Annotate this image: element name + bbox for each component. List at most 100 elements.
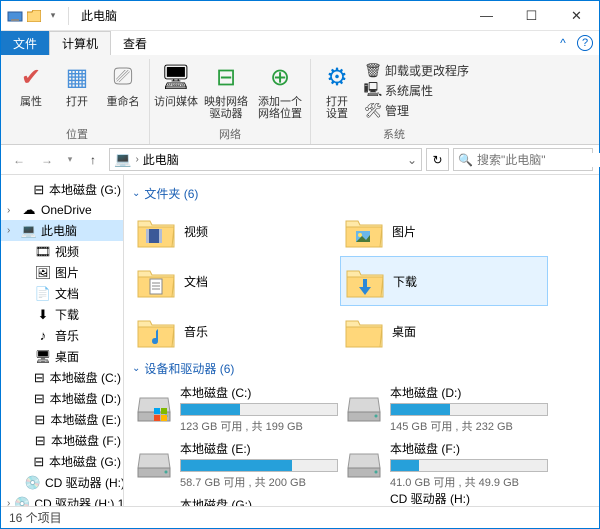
video-icon: 🎞 [35, 244, 51, 260]
close-button[interactable]: ✕ [554, 1, 599, 31]
rename-icon: ⎚ [107, 61, 139, 93]
pic-icon: 🖼 [35, 265, 51, 281]
tree-item[interactable]: 🖼图片 [1, 262, 123, 283]
forward-button[interactable]: → [35, 148, 59, 172]
folder-name: 桌面 [392, 323, 544, 340]
properties-button[interactable]: ✔属性 [9, 59, 53, 124]
recent-button[interactable]: ▾ [63, 148, 77, 172]
access-media-button[interactable]: 🖥访问媒体 [154, 59, 198, 124]
refresh-button[interactable]: ↻ [426, 148, 449, 171]
ribbon-group-location: ✔属性 ▦打开 ⎚重命名 位置 [5, 59, 150, 144]
cd-icon: 💿 [25, 475, 41, 491]
tree-item[interactable]: ›💿CD 驱动器 (H:) 15 [1, 493, 123, 506]
folder-name: 下载 [393, 273, 543, 290]
tree-label: 本地磁盘 (C:) [50, 369, 121, 386]
uninstall-icon: 🗑 [365, 63, 381, 79]
manage-button[interactable]: 🛠管理 [361, 101, 473, 120]
tree-item[interactable]: ♪音乐 [1, 325, 123, 346]
ribbon-collapse-button[interactable]: ^ [549, 31, 577, 55]
tree-label: 本地磁盘 (E:) [50, 411, 121, 428]
folder-item[interactable]: 图片 [340, 206, 548, 256]
tree-item[interactable]: ⬇下载 [1, 304, 123, 325]
tree-label: 桌面 [55, 348, 79, 365]
cd-icon: 💿 [14, 496, 30, 507]
drive-item[interactable]: 本地磁盘 (E:)58.7 GB 可用 , 共 200 GB [132, 437, 342, 493]
tab-view[interactable]: 查看 [111, 31, 159, 55]
nav-tree[interactable]: ⊟本地磁盘 (G:)›☁OneDrive›💻此电脑🎞视频🖼图片📄文档⬇下载♪音乐… [1, 175, 124, 506]
drive-item[interactable]: 本地磁盘 (D:)145 GB 可用 , 共 232 GB [342, 381, 552, 437]
minimize-button[interactable]: — [464, 1, 509, 31]
tree-item[interactable]: 💿CD 驱动器 (H:) 1 [1, 472, 123, 493]
search-input[interactable] [477, 153, 600, 167]
tree-item[interactable]: 🎞视频 [1, 241, 123, 262]
tree-label: 文档 [55, 285, 79, 302]
folder-item[interactable]: 桌面 [340, 306, 548, 356]
tree-item[interactable]: ›☁OneDrive [1, 200, 123, 220]
qat-folder-icon[interactable] [26, 8, 42, 24]
ribbon-group-network: 🖥访问媒体 ⊟映射网络 驱动器 ⊕添加一个 网络位置 网络 [150, 59, 311, 144]
rename-button[interactable]: ⎚重命名 [101, 59, 145, 124]
drive-icon [136, 447, 172, 483]
qat-dropdown-icon[interactable]: ▾ [45, 8, 61, 24]
content: ⊟本地磁盘 (G:)›☁OneDrive›💻此电脑🎞视频🖼图片📄文档⬇下载♪音乐… [1, 175, 599, 506]
dl-icon: ⬇ [35, 307, 51, 323]
group-header-drives[interactable]: ⌄设备和驱动器 (6) [132, 356, 591, 381]
drive-item[interactable]: 本地磁盘 (C:)123 GB 可用 , 共 199 GB [132, 381, 342, 437]
tree-item[interactable]: 📄文档 [1, 283, 123, 304]
uninstall-button[interactable]: 🗑卸载或更改程序 [361, 61, 473, 80]
search-box[interactable]: 🔍 [453, 148, 593, 171]
open-icon: ▦ [61, 61, 93, 93]
drive-item[interactable]: 本地磁盘 (G:)308 GB 可用 , 共 481 GB [132, 493, 342, 506]
folder-item[interactable]: 视频 [132, 206, 340, 256]
drive-item[interactable]: 本地磁盘 (F:)41.0 GB 可用 , 共 49.9 GB [342, 437, 552, 493]
item-count: 16 个项目 [9, 509, 62, 526]
tab-computer[interactable]: 计算机 [49, 31, 111, 55]
group-label: 系统 [383, 124, 405, 144]
tree-item[interactable]: ⊟本地磁盘 (C:) [1, 367, 123, 388]
folder-icon [344, 311, 384, 351]
help-button[interactable]: ? [577, 35, 593, 51]
tree-item[interactable]: 🖥桌面 [1, 346, 123, 367]
expand-icon[interactable]: › [7, 205, 17, 216]
expand-icon[interactable]: › [7, 498, 10, 506]
breadcrumb-caret[interactable]: › [135, 154, 138, 165]
window-title: 此电脑 [73, 7, 464, 24]
drive-name: 本地磁盘 (C:) [180, 384, 338, 401]
up-button[interactable]: ↑ [81, 148, 105, 172]
folder-item[interactable]: 下载 [340, 256, 548, 306]
tree-item[interactable]: ⊟本地磁盘 (G:) [1, 179, 123, 200]
tree-item[interactable]: ⊟本地磁盘 (D:) [1, 388, 123, 409]
tree-label: 音乐 [55, 327, 79, 344]
chevron-down-icon: ⌄ [132, 363, 140, 374]
maximize-button[interactable]: ☐ [509, 1, 554, 31]
address-dropdown-icon[interactable]: ⌄ [407, 153, 417, 167]
tree-item[interactable]: ›💻此电脑 [1, 220, 123, 241]
folder-item[interactable]: 音乐 [132, 306, 340, 356]
tab-file[interactable]: 文件 [1, 31, 49, 55]
system-props-button[interactable]: 🖳系统属性 [361, 81, 473, 100]
breadcrumb[interactable]: 此电脑 [143, 151, 403, 168]
map-drive-button[interactable]: ⊟映射网络 驱动器 [200, 59, 252, 124]
back-button[interactable]: ← [7, 148, 31, 172]
tree-label: 视频 [55, 243, 79, 260]
capacity-bar [180, 403, 338, 416]
folder-name: 音乐 [184, 323, 336, 340]
drive-icon: ⊟ [33, 182, 45, 198]
open-button[interactable]: ▦打开 [55, 59, 99, 124]
capacity-bar [390, 459, 548, 472]
add-netloc-button[interactable]: ⊕添加一个 网络位置 [254, 59, 306, 124]
open-settings-button[interactable]: ⚙打开 设置 [315, 59, 359, 124]
tree-item[interactable]: ⊟本地磁盘 (F:) [1, 430, 123, 451]
tree-item[interactable]: ⊟本地磁盘 (G:) [1, 451, 123, 472]
address-box[interactable]: 💻 › 此电脑 ⌄ [109, 148, 422, 171]
folder-item[interactable]: 文档 [132, 256, 340, 306]
tree-item[interactable]: ⊟本地磁盘 (E:) [1, 409, 123, 430]
group-header-folders[interactable]: ⌄文件夹 (6) [132, 181, 591, 206]
drive-item[interactable]: CD 驱动器 (H:) 15.0.4420.10170 字节 可用 , 共 87… [342, 493, 552, 506]
title-bar: ▾ 此电脑 — ☐ ✕ [1, 1, 599, 31]
media-icon: 🖥 [160, 61, 192, 93]
main-view[interactable]: ⌄文件夹 (6) 视频图片文档 下载音乐 桌面 ⌄设备和驱动器 (6) 本地磁盘 (… [124, 175, 599, 506]
ribbon-group-system: ⚙打开 设置 🗑卸载或更改程序 🖳系统属性 🛠管理 系统 [311, 59, 477, 144]
capacity-bar [180, 459, 338, 472]
expand-icon[interactable]: › [7, 225, 17, 236]
